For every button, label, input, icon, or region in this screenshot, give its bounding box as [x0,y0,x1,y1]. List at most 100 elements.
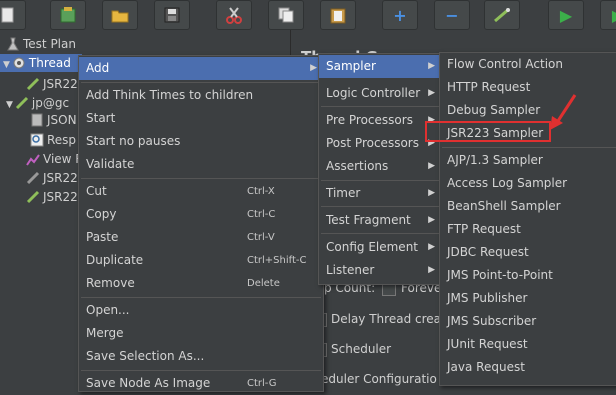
start-icon[interactable]: ▶ [548,0,584,30]
menu-separator [81,82,321,83]
tree-item[interactable]: ▼ jp@gc [6,94,69,112]
menu-item-jms-point-to-point[interactable]: JMS Point-to-Point [440,264,616,287]
menu-item-remove[interactable]: Remove Delete [79,272,323,295]
menu-separator [442,147,616,148]
menu-item-debug-sampler[interactable]: Debug Sampler [440,99,616,122]
menu-separator [321,233,439,234]
scheduler-label: Scheduler [331,342,392,356]
menu-item-assertions[interactable]: Assertions ▶ [319,155,441,178]
pipette-icon [26,77,40,91]
collapse-arrow-icon[interactable]: ▼ [6,100,13,110]
start-no-pauses-icon[interactable]: ▶ [600,0,616,30]
menu-separator [321,206,439,207]
annotation-arrow-icon [550,94,577,130]
menu-item-save-node-image[interactable]: Save Node As Image Ctrl-G [79,372,323,395]
menu-separator [81,178,321,179]
menu-item-java-request[interactable]: Java Request [440,356,616,379]
submenu-arrow-icon: ▶ [428,61,435,71]
tree-item-test-plan[interactable]: Test Plan [6,35,76,53]
menu-item-paste[interactable]: Paste Ctrl-V [79,226,323,249]
sampler-submenu: Flow Control Action HTTP Request Debug S… [439,52,616,386]
tree-item[interactable]: JSON [30,111,77,129]
templates-icon[interactable] [50,0,86,30]
menu-separator [321,106,439,107]
menu-item-start-no-pauses[interactable]: Start no pauses [79,130,323,153]
chart-icon [26,152,40,166]
menu-item-merge[interactable]: Merge [79,322,323,345]
toggle-icon[interactable] [484,0,520,30]
menu-item-start[interactable]: Start [79,107,323,130]
menu-item-config-element[interactable]: Config Element ▶ [319,236,441,259]
menu-item-timer[interactable]: Timer ▶ [319,182,441,205]
tree-item[interactable]: JSR22 [26,188,78,206]
tree-item-label: JSR22 [43,171,78,185]
submenu-arrow-icon: ▶ [428,88,435,98]
tree-item-label: Test Plan [23,37,76,51]
menu-separator [321,180,439,181]
tree-item-label: jp@gc [31,96,70,110]
menu-item-logic-controller[interactable]: Logic Controller ▶ [319,82,441,105]
scheduler-config-label: eduler Configuratio [321,372,437,386]
menu-item-jdbc-request[interactable]: JDBC Request [440,241,616,264]
tree-item-label: JSR22 [43,77,78,91]
tree-item-thread[interactable]: ▼ Thread [0,54,82,72]
tree-item[interactable]: JSR22 [26,169,78,187]
tree-item[interactable]: JSR22 [26,75,78,93]
menu-item-test-fragment[interactable]: Test Fragment ▶ [319,209,441,232]
extractor-icon [30,113,44,127]
menu-item-listener[interactable]: Listener ▶ [319,259,441,282]
submenu-arrow-icon: ▶ [428,265,435,275]
tree-item-label: Thread [28,56,71,70]
test-plan-icon [6,37,20,51]
menu-item-add-think-times[interactable]: Add Think Times to children [79,84,323,107]
new-icon[interactable] [0,0,26,30]
pipette-icon [26,171,40,185]
menu-item-junit-request[interactable]: JUnit Request [440,333,616,356]
menu-item-sampler[interactable]: Sampler ▶ [319,55,441,78]
menu-item-ajp-sampler[interactable]: AJP/1.3 Sampler [440,149,616,172]
cut-icon[interactable] [216,0,252,30]
save-icon[interactable] [154,0,190,30]
gear-icon [12,56,26,70]
toolbar: + − ▶ ▶ [0,0,616,31]
menu-item-pre-processors[interactable]: Pre Processors ▶ [319,109,441,132]
menu-separator [81,370,321,371]
paste-icon[interactable] [320,0,356,30]
submenu-arrow-icon: ▶ [428,161,435,171]
submenu-arrow-icon: ▶ [428,215,435,225]
menu-item-copy[interactable]: Copy Ctrl-C [79,203,323,226]
menu-item-http-request[interactable]: HTTP Request [440,76,616,99]
tree-item[interactable]: View R [26,150,84,168]
menu-item-ftp-request[interactable]: FTP Request [440,218,616,241]
highlight-box [425,121,551,142]
open-icon[interactable] [102,0,138,30]
menu-item-post-processors[interactable]: Post Processors ▶ [319,132,441,155]
submenu-arrow-icon: ▶ [428,242,435,252]
tree-item-label: JSR22 [43,190,78,204]
menu-item-access-log-sampler[interactable]: Access Log Sampler [440,172,616,195]
context-menu: Add ▶ Add Think Times to children Start S… [78,55,324,392]
copy-icon[interactable] [268,0,304,30]
submenu-arrow-icon: ▶ [310,63,317,73]
add-submenu: Sampler ▶ Logic Controller ▶ Pre Processor… [318,53,442,285]
tree-item[interactable]: Resp [30,131,76,149]
expand-icon[interactable]: + [382,0,418,30]
menu-item-flow-control-action[interactable]: Flow Control Action [440,53,616,76]
menu-item-duplicate[interactable]: Duplicate Ctrl+Shift-C [79,249,323,272]
submenu-arrow-icon: ▶ [428,188,435,198]
menu-item-save-selection[interactable]: Save Selection As... [79,345,323,368]
pipette-icon [15,96,29,110]
menu-item-jms-publisher[interactable]: JMS Publisher [440,287,616,310]
collapse-icon[interactable]: − [434,0,470,30]
collapse-arrow-icon[interactable]: ▼ [3,60,10,70]
delay-thread-label: Delay Thread creati [331,312,450,326]
menu-item-open[interactable]: Open... [79,299,323,322]
pipette-icon [26,190,40,204]
menu-item-validate[interactable]: Validate [79,153,323,176]
menu-item-add[interactable]: Add ▶ [79,57,323,80]
menu-item-cut[interactable]: Cut Ctrl-X [79,180,323,203]
menu-item-jms-subscriber[interactable]: JMS Subscriber [440,310,616,333]
menu-item-beanshell-sampler[interactable]: BeanShell Sampler [440,195,616,218]
tree-item-label: JSON [47,113,77,127]
tree-item-label: Resp [47,133,77,147]
